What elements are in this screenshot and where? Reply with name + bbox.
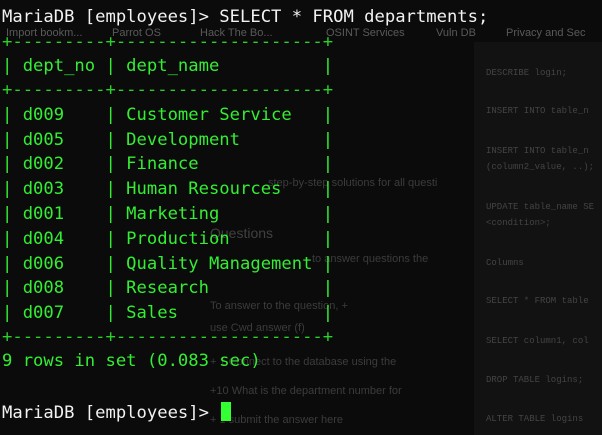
table-row: | d005 | Development | xyxy=(2,130,334,150)
terminal-window[interactable]: MariaDB [employees]> SELECT * FROM depar… xyxy=(0,0,602,435)
table-row: | d003 | Human Resources | xyxy=(2,179,334,199)
table-border-top: +---------+--------------------+ xyxy=(2,32,334,52)
table-row: | d004 | Production | xyxy=(2,229,334,249)
final-prompt-line[interactable]: MariaDB [employees]> xyxy=(2,402,232,423)
query-summary: 9 rows in set (0.083 sec) xyxy=(2,351,261,371)
table-row: | d006 | Quality Management | xyxy=(2,254,334,274)
table-row: | d009 | Customer Service | xyxy=(2,105,334,125)
command-prompt-line: MariaDB [employees]> SELECT * FROM depar… xyxy=(2,7,489,27)
text-cursor xyxy=(221,402,232,421)
table-border-mid: +---------+--------------------+ xyxy=(2,80,334,100)
table-row: | d002 | Finance | xyxy=(2,154,334,174)
table-row: | d007 | Sales | xyxy=(2,303,334,323)
table-row: | d008 | Research | xyxy=(2,278,334,298)
table-header-row: | dept_no | dept_name | xyxy=(2,56,334,76)
table-border-bottom: +---------+--------------------+ xyxy=(2,327,334,347)
final-prompt: MariaDB [employees]> xyxy=(2,403,220,423)
table-row: | d001 | Marketing | xyxy=(2,204,334,224)
